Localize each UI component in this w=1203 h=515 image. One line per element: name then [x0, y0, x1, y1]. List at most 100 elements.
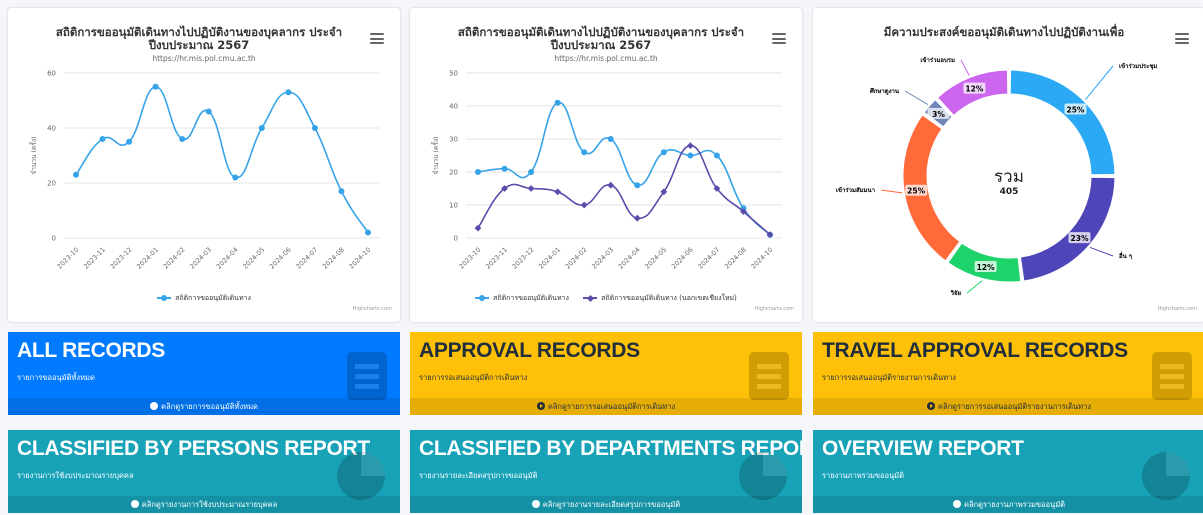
chart-menu-icon[interactable]	[1175, 33, 1189, 44]
chart-title: สถิติการขออนุมัติเดินทางไปปฏิบัติงานของบ…	[55, 25, 343, 52]
small-box-footer-link[interactable]: คลิกดูรายการขออนุมัติทั้งหมด	[8, 398, 400, 415]
small-box-link-text: คลิกดูรายการขออนุมัติทั้งหมด	[161, 402, 258, 411]
small-box-approval-records: APPROVAL RECORDS รายการรอเสนออนุมัติการเ…	[410, 332, 802, 415]
list-icon	[749, 352, 789, 404]
percent-label: 25%	[907, 187, 925, 196]
legend-item[interactable]: สถิติการขออนุมัติเดินทาง	[475, 293, 569, 304]
small-box-inner: TRAVEL APPROVAL RECORDS รายการรอเสนออนุม…	[813, 332, 1203, 400]
x-tick-label: 2024-05	[643, 246, 668, 271]
data-point	[713, 152, 720, 159]
data-point	[554, 188, 562, 196]
chart-card-monthly-requests-outside: 0 10 20 30 40 50 จำนวน (ครั้ง) 2023-10 2023-11 20…	[410, 8, 802, 322]
series-line	[477, 101, 771, 236]
x-tick-label: 2024-02	[162, 246, 187, 271]
x-tick-label: 2024-07	[696, 246, 721, 271]
connector-line	[1089, 246, 1114, 257]
y-axis-label: จำนวน (ครั้ง)	[431, 136, 440, 174]
x-tick-label: 2024-04	[215, 246, 240, 271]
arrow-circle-right-icon	[150, 402, 159, 410]
connector-line	[960, 59, 970, 76]
x-tick-label: 2024-06	[268, 246, 293, 271]
x-tick-label: 2024-08	[723, 246, 748, 271]
data-point	[501, 165, 508, 172]
data-point	[99, 136, 106, 142]
y-tick-label: 40	[47, 125, 56, 133]
slice-name-label: ศึกษาดูงาน	[870, 87, 900, 96]
data-point	[527, 185, 535, 192]
small-box-link-text: คลิกดูรายการรอเสนออนุมัติรายงานการเดินทา…	[938, 402, 1091, 411]
percent-label: 12%	[977, 263, 995, 272]
percent-label: 23%	[1071, 234, 1089, 243]
x-tick-label: 2023-12	[511, 246, 536, 271]
small-box-footer-link[interactable]: คลิกดูรายงานภาพรวมขออนุมัติ	[813, 496, 1203, 513]
x-tick-label: 2024-01	[135, 246, 160, 271]
legend-item[interactable]: สถิติการขออนุมัติเดินทาง (นอกเขตเชียงใหม…	[583, 293, 737, 304]
slice-name-label: อื่น ๆ	[1119, 251, 1132, 260]
small-box-title: APPROVAL RECORDS	[419, 339, 640, 362]
total-value: 405	[1000, 187, 1019, 197]
percent-label: 25%	[1066, 106, 1084, 115]
chart-menu-icon[interactable]	[370, 33, 384, 44]
small-box-footer-link[interactable]: คลิกดูรายการรอเสนออนุมัติการเดินทาง	[410, 398, 802, 415]
total-label: รวม	[994, 167, 1024, 187]
small-box-classified-by-persons-report: CLASSIFIED BY PERSONS REPORT รายงานการใช…	[8, 430, 400, 513]
x-tick-label: 2023-11	[82, 246, 107, 271]
data-point	[365, 229, 371, 236]
y-tick-label: 60	[47, 70, 56, 78]
small-box-footer-link[interactable]: คลิกดูรายงานรายละเอียดสรุปการขออนุมัติ	[410, 496, 802, 513]
x-tick-label: 2024-03	[188, 246, 213, 271]
arrow-circle-right-icon	[927, 402, 935, 410]
connector-line	[1084, 65, 1114, 100]
data-point	[152, 83, 159, 90]
small-box-footer-link[interactable]: คลิกดูรายการรอเสนออนุมัติรายงานการเดินทา…	[813, 398, 1203, 415]
y-tick-label: 20	[449, 169, 458, 177]
small-box-footer-link[interactable]: คลิกดูรายงานการใช้งบประมาณรายบุคคล	[8, 496, 400, 513]
data-point	[581, 149, 588, 156]
small-box-inner: CLASSIFIED BY PERSONS REPORT รายงานการใช…	[8, 430, 400, 500]
slice-name-label: เข้าร่วมอบรม	[920, 56, 955, 64]
list-icon	[1152, 352, 1192, 404]
small-box-description: รายการขออนุมัติทั้งหมด	[17, 373, 95, 382]
chart-credits[interactable]: Highcharts.com	[1158, 306, 1197, 312]
data-point	[179, 136, 186, 142]
data-point	[232, 174, 239, 181]
data-point	[311, 125, 318, 131]
small-box-description: รายการรอเสนออนุมัติการเดินทาง	[419, 373, 528, 382]
slice-name-label: วิจัย	[950, 289, 962, 297]
chart-menu-icon[interactable]	[772, 33, 786, 44]
x-tick-label: 2024-01	[537, 246, 562, 271]
data-point	[285, 89, 292, 96]
x-tick-label: 2023-12	[109, 246, 134, 271]
percent-label: 3%	[932, 110, 945, 119]
y-axis-label: จำนวน (ครั้ง)	[29, 136, 38, 174]
y-tick-label: 50	[449, 70, 458, 78]
chart-credits[interactable]: Highcharts.com	[353, 306, 392, 312]
donut-slice	[1009, 69, 1116, 176]
y-tick-label: 20	[47, 180, 56, 188]
data-point	[475, 169, 481, 175]
y-tick-label: 0	[52, 235, 56, 243]
x-tick-label: 2023-10	[458, 246, 483, 271]
donut-slice	[1019, 176, 1116, 282]
legend-item[interactable]: สถิติการขออนุมัติเดินทาง	[157, 293, 251, 304]
list-icon	[347, 352, 387, 404]
arrow-circle-right-icon	[952, 500, 961, 508]
chart-legend[interactable]: สถิติการขออนุมัติเดินทาง สถิติการขออนุมั…	[410, 293, 802, 304]
small-box-travel-approval-records: TRAVEL APPROVAL RECORDS รายการรอเสนออนุม…	[813, 332, 1203, 415]
connector-line	[966, 280, 983, 294]
x-tick-label: 2024-07	[294, 246, 319, 271]
x-tick-label: 2024-10	[348, 246, 373, 271]
small-box-inner: CLASSIFIED BY DEPARTMENTS REPORT รายงานร…	[410, 430, 802, 500]
chart-card-monthly-requests: 0 20 40 60 จำนวน (ครั้ง) 2023-10 2023-11 2023-1…	[8, 8, 400, 322]
data-point	[660, 149, 667, 156]
x-tick-label: 2024-05	[241, 246, 266, 271]
small-box-link-text: คลิกดูรายงานการใช้งบประมาณรายบุคคล	[141, 500, 278, 509]
chart-credits[interactable]: Highcharts.com	[755, 306, 794, 312]
chart-title: มีความประสงค์ขออนุมัติเดินทางไปปฏิบัติงา…	[883, 25, 1125, 39]
chart-legend[interactable]: สถิติการขออนุมัติเดินทาง	[8, 293, 400, 304]
data-point	[126, 138, 133, 145]
percent-label: 12%	[965, 85, 983, 94]
data-point	[687, 152, 694, 159]
data-point	[258, 125, 265, 131]
x-tick-label: 2024-10	[750, 246, 775, 271]
